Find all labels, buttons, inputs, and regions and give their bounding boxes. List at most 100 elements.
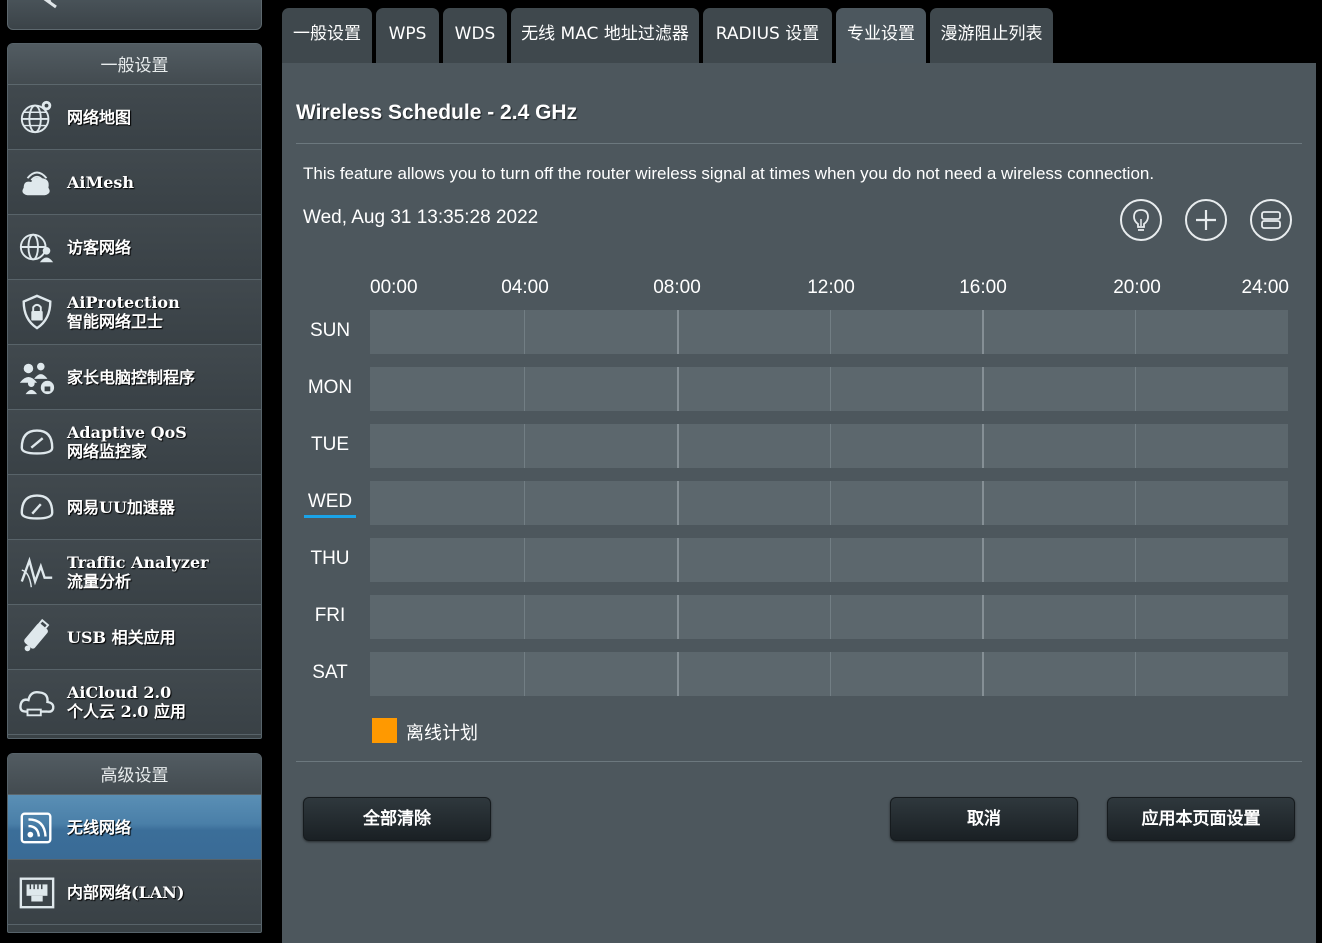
page-title: Wireless Schedule - 2.4 GHz [296, 101, 578, 124]
schedule-row-sun[interactable] [370, 310, 1288, 354]
parental-control-icon [16, 356, 58, 398]
plus-icon [1196, 210, 1216, 230]
sidebar-item-uu-accelerator[interactable]: 网易UU加速器 [8, 475, 261, 540]
sidebar-item-sublabel: 网络监控家 [67, 442, 148, 461]
hint-button[interactable] [1120, 199, 1162, 241]
speedometer-icon [16, 486, 58, 528]
footer-divider [296, 761, 1302, 762]
schedule-grid-line [1135, 367, 1136, 411]
sidebar-item-label: AiProtection [67, 293, 180, 312]
schedule-row-fri[interactable] [370, 595, 1288, 639]
add-schedule-button[interactable] [1185, 199, 1227, 241]
schedule-grid-line [677, 424, 679, 468]
globe-network-icon [16, 96, 58, 138]
day-label-fri: FRI [314, 605, 346, 626]
wireless-schedule-panel: Wireless Schedule - 2.4 GHz This feature… [282, 63, 1316, 943]
apply-button[interactable]: 应用本页面设置 [1107, 797, 1295, 841]
sidebar-item-sublabel: 流量分析 [67, 572, 132, 591]
sidebar-item-aiprotection[interactable]: AiProtection 智能网络卫士 [8, 280, 261, 345]
schedule-grid-line [1135, 424, 1136, 468]
sidebar-item-adaptive-qos[interactable]: Adaptive QoS 网络监控家 [8, 410, 261, 475]
offline-schedule-legend: 离线计划 [406, 723, 478, 744]
cancel-button[interactable]: 取消 [890, 797, 1078, 841]
day-label-sat: SAT [312, 662, 348, 683]
time-label: 20:00 [1113, 277, 1161, 298]
schedule-grid-line [830, 595, 831, 639]
usb-icon [16, 616, 58, 658]
schedule-row-wed[interactable] [370, 481, 1288, 525]
lan-port-icon [16, 871, 58, 913]
system-datetime: Wed, Aug 31 13:35:28 2022 [303, 207, 539, 228]
schedule-grid-line [982, 310, 984, 354]
lightbulb-icon [1133, 209, 1149, 231]
time-label: 12:00 [807, 277, 855, 298]
tab-mac-filter[interactable]: 无线 MAC 地址过滤器 [511, 8, 699, 64]
list-view-button[interactable] [1250, 199, 1292, 241]
tab-wps[interactable]: WPS [376, 8, 439, 64]
tab-wds[interactable]: WDS [443, 8, 507, 64]
offline-schedule-swatch [372, 718, 397, 743]
nav-group-header-general: 一般设置 [8, 44, 261, 85]
sidebar-item-wireless[interactable]: 无线网络 [8, 795, 261, 860]
tools-icon [43, 0, 57, 9]
sidebar-item-guest-network[interactable]: 访客网络 [8, 215, 261, 280]
traffic-wave-icon [16, 551, 58, 593]
tab-general[interactable]: 一般设置 [282, 8, 372, 64]
tab-roaming-block-list[interactable]: 漫游阻止列表 [930, 8, 1053, 64]
nav-group-general: 一般设置 网络地图 AiMesh 访客网络 AiProtection 智能网络卫… [7, 43, 262, 739]
schedule-grid-line [677, 595, 679, 639]
tab-radius[interactable]: RADIUS 设置 [703, 8, 832, 64]
schedule-grid-line [830, 652, 831, 696]
sidebar-item-label: 网络地图 [67, 107, 132, 127]
clear-all-button[interactable]: 全部清除 [303, 797, 491, 841]
schedule-grid-line [524, 652, 525, 696]
sidebar-item-lan[interactable]: 内部网络(LAN) [8, 860, 261, 925]
sidebar-item-label: Adaptive QoS [67, 423, 187, 442]
schedule-grid-line [1135, 538, 1136, 582]
schedule-grid-line [524, 538, 525, 582]
time-label: 24:00 [1241, 277, 1289, 298]
time-label: 00:00 [370, 277, 418, 298]
tab-professional[interactable]: 专业设置 [836, 8, 926, 64]
mesh-icon [16, 161, 58, 203]
sidebar-item-parental-control[interactable]: 家长电脑控制程序 [8, 345, 261, 410]
day-label-mon: MON [307, 377, 353, 398]
schedule-row-tue[interactable] [370, 424, 1288, 468]
schedule-row-thu[interactable] [370, 538, 1288, 582]
schedule-grid-line [982, 424, 984, 468]
sidebar-item-network-map[interactable]: 网络地图 [8, 85, 261, 150]
nav-group-advanced: 高级设置 无线网络 内部网络(LAN) [7, 753, 262, 933]
sidebar-item-usb-apps[interactable]: USB 相关应用 [8, 605, 261, 670]
schedule-grid-line [524, 595, 525, 639]
day-label-wed: WED [304, 491, 356, 518]
sidebar-item-label: 无线网络 [67, 817, 132, 837]
schedule-grid-line [677, 481, 679, 525]
sidebar-item-traffic-analyzer[interactable]: Traffic Analyzer 流量分析 [8, 540, 261, 605]
sidebar-item-label: 内部网络(LAN) [67, 882, 185, 902]
schedule-grid-line [830, 538, 831, 582]
cloud-icon [16, 681, 58, 723]
guest-network-icon [16, 226, 58, 268]
schedule-grid-line [1135, 595, 1136, 639]
schedule-grid-line [830, 310, 831, 354]
time-label: 04:00 [501, 277, 549, 298]
sidebar-item-label: 家长电脑控制程序 [67, 367, 196, 387]
day-label-sun: SUN [309, 320, 351, 341]
sidebar-item-sublabel: 个人云 2.0 应用 [67, 702, 186, 721]
schedule-grid-line [677, 652, 679, 696]
shield-lock-icon [16, 291, 58, 333]
schedule-row-sat[interactable] [370, 652, 1288, 696]
wireless-icon [16, 806, 58, 848]
schedule-row-mon[interactable] [370, 367, 1288, 411]
schedule-grid-line [524, 367, 525, 411]
sidebar-item-label: Traffic Analyzer [67, 553, 209, 572]
sidebar-item-aimesh[interactable]: AiMesh [8, 150, 261, 215]
schedule-grid-line [830, 367, 831, 411]
day-label-thu: THU [310, 548, 350, 569]
nav-group-header-advanced: 高级设置 [8, 754, 261, 795]
sidebar-item-aicloud[interactable]: AiCloud 2.0 个人云 2.0 应用 [8, 670, 261, 735]
schedule-grid-line [1135, 310, 1136, 354]
schedule-grid-line [524, 424, 525, 468]
time-label: 16:00 [959, 277, 1007, 298]
day-label-tue: TUE [311, 434, 349, 455]
